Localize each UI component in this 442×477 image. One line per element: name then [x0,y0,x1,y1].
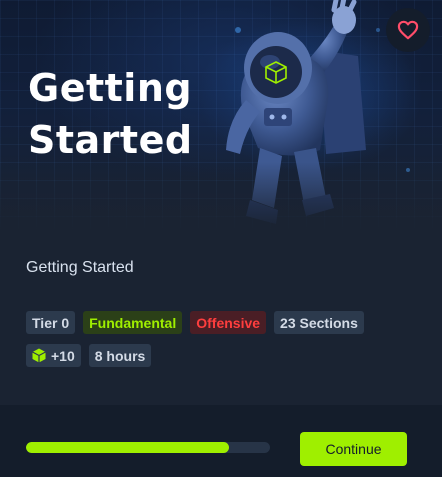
progress-bar [26,442,270,453]
hero-title-line1: Getting [28,66,193,110]
tag-row-2: +10 8 hours [26,344,426,367]
favorite-button[interactable] [386,8,430,52]
continue-button[interactable]: Continue [300,432,407,466]
cube-icon [32,348,46,363]
duration-badge: 8 hours [88,344,152,367]
hero-fade [0,162,442,232]
tier-badge: Tier 0 [26,311,76,334]
difficulty-badge: Fundamental [83,311,183,334]
heart-icon [397,20,419,40]
type-badge: Offensive [190,311,267,334]
card-footer: Continue [0,405,442,477]
hero-title: Getting Started [28,62,248,166]
hero-banner: Getting Started [0,0,442,232]
module-card[interactable]: Getting Started Getting Started Tier 0 F… [0,0,442,477]
cubes-badge: +10 [26,344,81,367]
sections-badge: 23 Sections [274,311,364,334]
module-name: Getting Started [26,259,134,276]
progress-fill [26,442,229,453]
hero-title-line2: Started [28,118,193,162]
module-tags: Tier 0 Fundamental Offensive 23 Sections… [26,311,426,377]
tag-row-1: Tier 0 Fundamental Offensive 23 Sections [26,311,426,334]
cubes-value: +10 [51,347,75,364]
